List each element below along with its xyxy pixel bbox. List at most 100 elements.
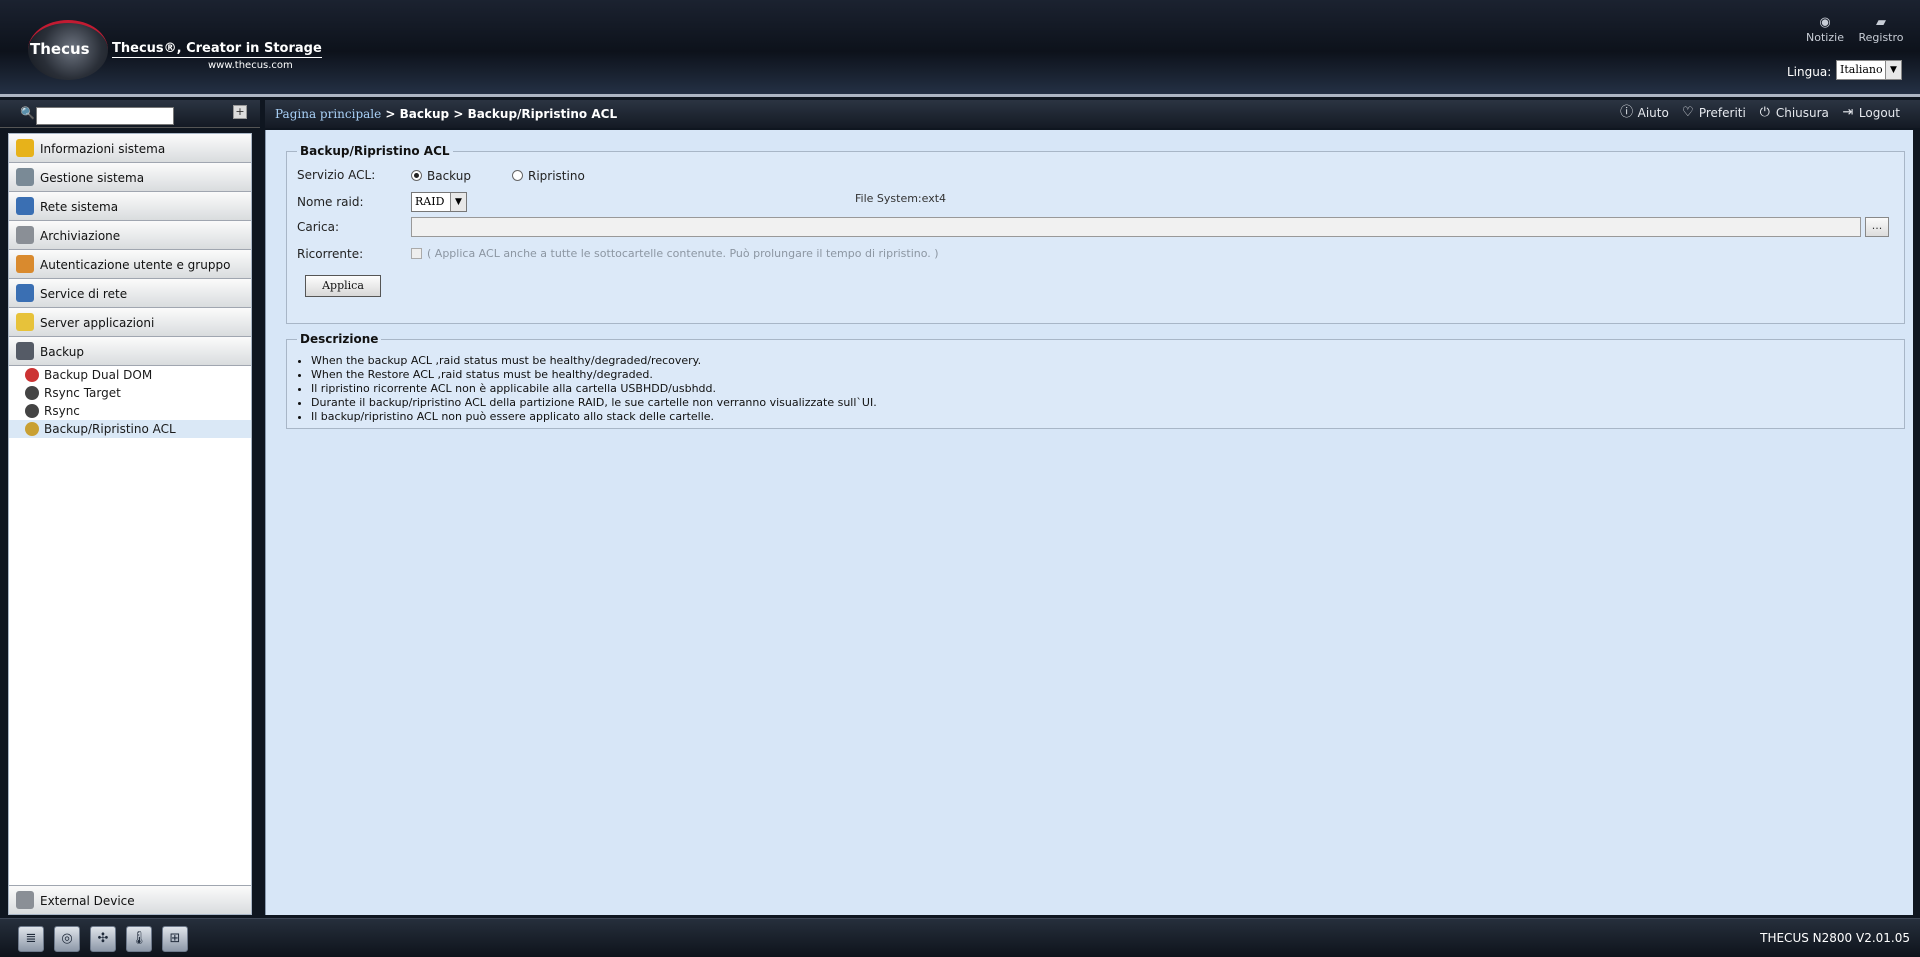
sidebar-item-archiviazione[interactable]: Archiviazione — [9, 221, 251, 250]
breadcrumb: Pagina principale > Backup > Backup/Ripr… — [275, 107, 617, 121]
logout-button[interactable]: ⇥ Logout — [1841, 105, 1900, 121]
network-tree-icon[interactable]: ⊞ — [162, 926, 188, 952]
thermometer-icon[interactable]: 🌡 — [126, 926, 152, 952]
sidebar-item-label: Server applicazioni — [40, 316, 155, 330]
chevron-down-icon: ▼ — [1885, 61, 1901, 79]
logo-tagline: Thecus®, Creator in Storage — [112, 41, 322, 58]
aiuto-label: Aiuto — [1637, 106, 1669, 120]
acl-form-panel: Backup/Ripristino ACL Servizio ACL: Back… — [286, 144, 1905, 324]
firmware-version: THECUS N2800 V2.01.05 — [1760, 931, 1910, 945]
breadcrumb-bar: Pagina principale > Backup > Backup/Ripr… — [265, 100, 1920, 128]
recurrent-description: ( Applica ACL anche a tutte le sottocart… — [427, 247, 939, 260]
notizie-link[interactable]: ◉ Notizie — [1795, 15, 1855, 44]
aiuto-button[interactable]: ⓘ Aiuto — [1620, 105, 1669, 121]
description-legend: Descrizione — [300, 332, 379, 346]
app-header: Thecus Thecus®, Creator in Storage www.t… — [0, 0, 1920, 97]
logout-icon: ⇥ — [1842, 105, 1854, 120]
description-list: When the backup ACL ,raid status must be… — [307, 354, 877, 424]
carica-label: Carica: — [297, 220, 339, 234]
thecus-logo: Thecus Thecus®, Creator in Storage www.t… — [28, 20, 322, 80]
logo-brand: Thecus — [30, 40, 90, 58]
apply-button[interactable]: Applica — [305, 275, 381, 297]
sidebar-subitem-label: Backup Dual DOM — [44, 368, 153, 382]
language-label: Lingua: — [1787, 65, 1832, 79]
dual-dom-icon — [25, 368, 39, 382]
backup-radio-label: Backup — [427, 169, 471, 183]
description-item: Il backup/ripristino ACL non può essere … — [311, 410, 877, 424]
toolbar-actions: ⓘ Aiuto ♡ Preferiti ⏻ Chiusura ⇥ Logout — [1620, 105, 1900, 121]
restore-radio-label: Ripristino — [528, 169, 585, 183]
preferiti-label: Preferiti — [1698, 106, 1746, 120]
backup-icon — [16, 342, 34, 360]
hdd-icon[interactable]: ◎ — [54, 926, 80, 952]
sidebar-subitem-backup-dual-dom[interactable]: Backup Dual DOM — [9, 366, 251, 384]
heart-icon: ♡ — [1682, 105, 1694, 120]
chiusura-label: Chiusura — [1775, 106, 1829, 120]
recurrent-checkbox[interactable] — [411, 248, 422, 259]
logout-label: Logout — [1858, 106, 1900, 120]
storage-icon — [16, 226, 34, 244]
info-icon — [16, 139, 34, 157]
sidebar-item-external-device[interactable]: External Device — [9, 885, 251, 914]
sidebar-item-label: Informazioni sistema — [40, 142, 166, 156]
sidebar-item-label: Autenticazione utente e gruppo — [40, 258, 231, 272]
sidebar-item-informazioni-sistema[interactable]: Informazioni sistema — [9, 134, 251, 163]
folder-icon — [16, 313, 34, 331]
raid-select[interactable]: RAID ▼ — [411, 192, 467, 212]
language-select[interactable]: Italiano ▼ — [1836, 60, 1902, 80]
file-system-label: File System:ext4 — [855, 192, 947, 205]
description-item: When the backup ACL ,raid status must be… — [311, 354, 877, 368]
description-panel: Descrizione When the backup ACL ,raid st… — [286, 332, 1905, 429]
fan-icon[interactable]: ✣ — [90, 926, 116, 952]
sidebar-subitem-label: Backup/Ripristino ACL — [44, 422, 176, 436]
rsync-target-icon — [25, 386, 39, 400]
registro-label: Registro — [1858, 31, 1904, 44]
language-value: Italiano — [1840, 63, 1883, 76]
power-icon: ⏻ — [1759, 105, 1770, 120]
search-input[interactable] — [36, 107, 174, 125]
sidebar-item-label: Backup — [40, 345, 84, 359]
sidebar: Informazioni sistema Gestione sistema Rete… — [8, 133, 252, 915]
sidebar-item-server-applicazioni[interactable]: Server applicazioni — [9, 308, 251, 337]
logo-site: www.thecus.com — [208, 60, 293, 71]
sidebar-item-label: Rete sistema — [40, 200, 119, 214]
sidebar-subitem-label: Rsync Target — [44, 386, 121, 400]
description-item: When the Restore ACL ,raid status must b… — [311, 368, 877, 382]
preferiti-button[interactable]: ♡ Preferiti — [1681, 105, 1746, 121]
help-icon: ⓘ — [1620, 105, 1634, 120]
sidebar-subitem-rsync[interactable]: Rsync — [9, 402, 251, 420]
description-item: Durante il backup/ripristino ACL della p… — [311, 396, 877, 410]
acl-icon — [25, 422, 39, 436]
chiusura-button[interactable]: ⏻ Chiusura — [1758, 105, 1829, 121]
network-icon — [16, 197, 34, 215]
breadcrumb-separator: > — [381, 107, 400, 121]
external-device-icon — [16, 891, 34, 909]
browse-button[interactable]: ... — [1865, 217, 1889, 237]
disk-icon[interactable]: ≣ — [18, 926, 44, 952]
status-bar: ≣ ◎ ✣ 🌡 ⊞ THECUS N2800 V2.01.05 — [0, 918, 1920, 957]
backup-radio[interactable] — [411, 170, 422, 181]
raid-value: RAID — [415, 195, 445, 208]
sidebar-item-service-di-rete[interactable]: Service di rete — [9, 279, 251, 308]
network-service-icon — [16, 284, 34, 302]
sidebar-item-gestione-sistema[interactable]: Gestione sistema — [9, 163, 251, 192]
users-icon — [16, 255, 34, 273]
sidebar-item-autenticazione-utente-e-gruppo[interactable]: Autenticazione utente e gruppo — [9, 250, 251, 279]
registro-link[interactable]: ▰ Registro — [1851, 15, 1911, 44]
upload-file-field[interactable] — [411, 217, 1861, 237]
breadcrumb-section[interactable]: Backup — [400, 107, 449, 121]
breadcrumb-home[interactable]: Pagina principale — [275, 107, 381, 121]
notizie-label: Notizie — [1806, 31, 1844, 44]
sidebar-item-label: Gestione sistema — [40, 171, 145, 185]
raid-name-label: Nome raid: — [297, 195, 364, 209]
sidebar-item-backup[interactable]: Backup — [9, 337, 251, 366]
restore-radio[interactable] — [512, 170, 523, 181]
breadcrumb-current: Backup/Ripristino ACL — [467, 107, 618, 121]
sidebar-item-rete-sistema[interactable]: Rete sistema — [9, 192, 251, 221]
search-icon: 🔍 — [20, 106, 35, 120]
chevron-down-icon: ▼ — [450, 193, 466, 211]
sidebar-subitem-backup-ripristino-acl[interactable]: Backup/Ripristino ACL — [9, 420, 251, 438]
sidebar-subitem-rsync-target[interactable]: Rsync Target — [9, 384, 251, 402]
expand-icon[interactable]: + — [233, 105, 247, 119]
rsync-icon — [25, 404, 39, 418]
